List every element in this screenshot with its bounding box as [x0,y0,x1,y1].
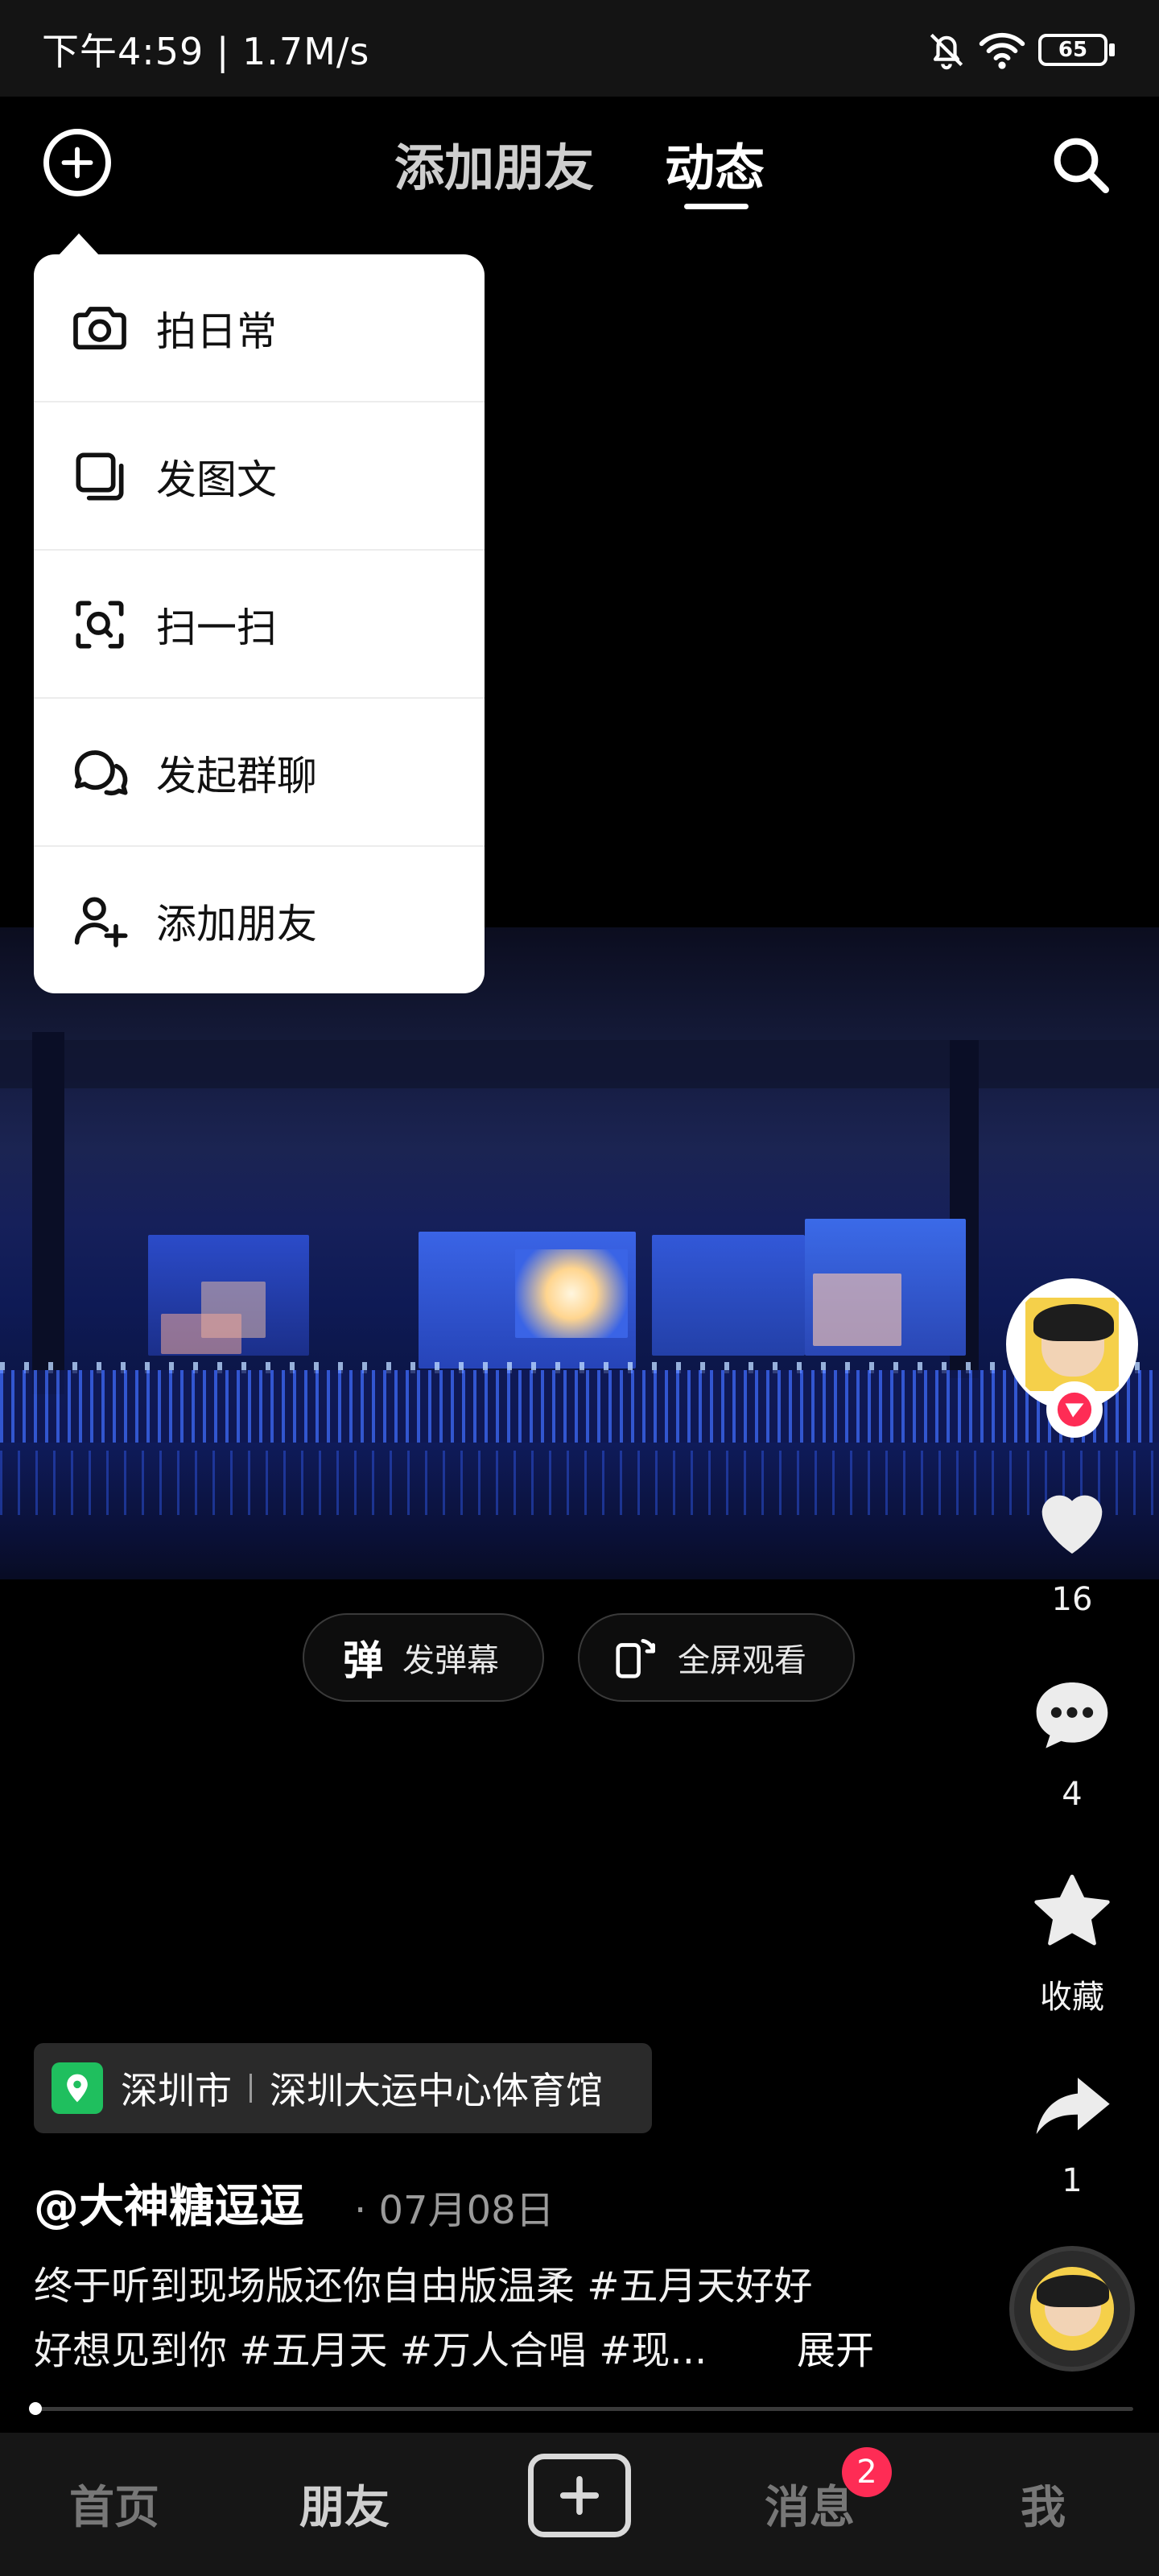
location-chip[interactable]: 深圳市 深圳大运中心体育馆 [34,2043,652,2133]
danmaku-icon: 弹 [343,1637,383,1684]
battery-tip [1109,43,1115,56]
menu-item-shoot-daily[interactable]: 拍日常 [34,254,485,402]
location-pin-icon [52,2062,103,2114]
nav-home[interactable]: 首页 [69,2471,159,2537]
comment-count: 4 [1062,1776,1083,1813]
menu-item-label: 添加朋友 [156,901,317,947]
status-bar: 下午4:59 | 1.7M/s 65 [0,0,1159,97]
active-tab-indicator [684,204,749,209]
like-heart-icon[interactable] [1027,1475,1117,1565]
progress-handle[interactable] [29,2402,42,2415]
location-place: 深圳大运中心体育馆 [270,2069,603,2112]
menu-item-label: 扫一扫 [156,605,277,651]
fullscreen-button[interactable]: 全屏观看 [578,1613,855,1702]
location-city: 深圳市 [121,2069,232,2112]
wifi-icon [979,32,1025,69]
group-chat-icon [74,750,128,795]
expand-caption-button[interactable]: 展开 [797,2318,874,2375]
nav-create-button[interactable] [528,2454,631,2537]
top-nav: 添加朋友 动态 [0,97,1159,225]
fullscreen-label: 全屏观看 [678,1642,806,1679]
rotate-screen-icon [616,1639,655,1678]
menu-item-label: 发起群聊 [156,753,317,799]
favorite-label: 收藏 [1040,1979,1104,2016]
tab-feed[interactable]: 动态 [665,127,765,200]
favorite-star-icon[interactable] [1027,1866,1117,1956]
caption-line-2: 好想见到你 #五月天 #万人合唱 #现... [34,2328,707,2373]
follow-button[interactable] [1046,1381,1103,1438]
menu-item-label: 发图文 [156,456,277,503]
nav-messages[interactable]: 消息 [765,2471,855,2537]
menu-item-scan[interactable]: 扫一扫 [34,551,485,699]
author-name[interactable]: @大神糖逗逗 [34,2170,304,2235]
danmaku-label: 发弹幕 [402,1642,499,1679]
nav-me[interactable]: 我 [1021,2471,1066,2537]
comment-icon[interactable] [1027,1671,1117,1761]
battery-icon: 65 [1038,34,1107,66]
messages-badge: 2 [842,2447,892,2497]
caption-line-1: 终于听到现场版还你自由版温柔 #五月天好好 [34,2264,813,2309]
add-friend-icon [74,897,128,947]
post-date: · 07月08日 [354,2188,555,2233]
location-separator [250,2074,252,2103]
camera-icon [73,307,126,350]
mute-bell-icon [930,33,963,70]
music-disc[interactable] [1009,2246,1135,2372]
menu-item-post-image-text[interactable]: 发图文 [34,402,485,551]
nav-friends[interactable]: 朋友 [299,2471,390,2537]
menu-item-add-friend[interactable]: 添加朋友 [34,847,485,993]
create-menu: 拍日常 发图文 扫一扫 发起群聊 添加朋友 [34,254,485,993]
search-icon[interactable] [1048,132,1112,196]
share-icon[interactable] [1027,2061,1117,2151]
scan-icon [76,601,124,649]
video-progress-bar[interactable] [34,2407,1133,2411]
image-text-icon [76,452,124,501]
share-count: 1 [1062,2162,1083,2199]
plus-icon [61,147,93,179]
menu-item-group-chat[interactable]: 发起群聊 [34,699,485,847]
menu-item-label: 拍日常 [156,308,277,355]
tab-add-friends[interactable]: 添加朋友 [394,127,594,200]
battery-level: 65 [1058,38,1088,62]
menu-caret [58,233,100,256]
like-count: 16 [1051,1581,1093,1618]
create-menu-button[interactable] [43,129,111,196]
status-time-speed: 下午4:59 | 1.7M/s [42,30,370,73]
bottom-nav: 首页 朋友 消息 2 我 [0,2433,1159,2576]
danmaku-button[interactable]: 弹 发弹幕 [303,1613,544,1702]
video-player[interactable] [0,927,1159,1579]
follow-arrow-icon [1057,1392,1092,1427]
plus-icon [559,2475,600,2516]
